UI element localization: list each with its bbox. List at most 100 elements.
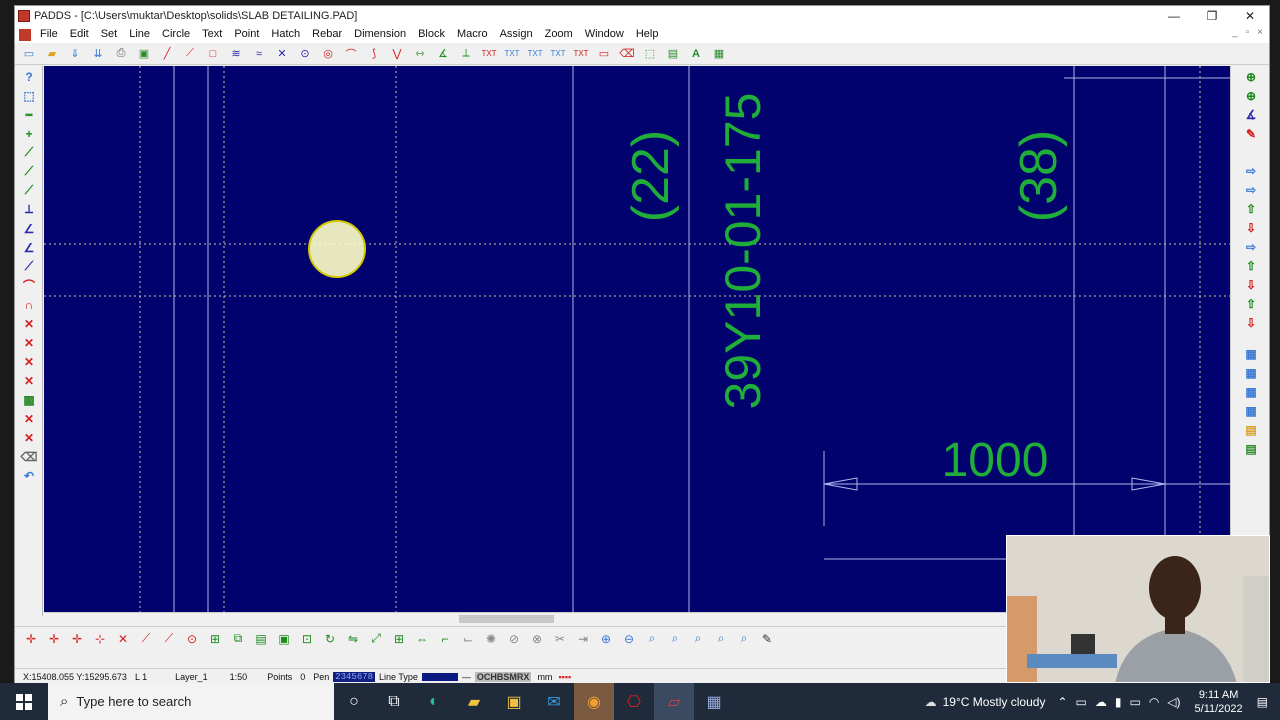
document-icon[interactable] xyxy=(19,28,31,41)
pen-selector[interactable]: 2345678 xyxy=(333,671,376,682)
weather-text[interactable]: 19°C Mostly cloudy xyxy=(943,695,1046,709)
mode-flags[interactable]: OCHBSMRX xyxy=(474,671,532,682)
tray-chevron-icon[interactable]: ⌃ xyxy=(1057,695,1067,709)
linetype-swatch[interactable] xyxy=(421,672,458,681)
zoom-realtime-icon[interactable]: ⌕ xyxy=(734,630,754,648)
recorder-icon[interactable]: ◉ xyxy=(574,683,614,720)
dimension-tool-icon[interactable]: ⇿ xyxy=(410,45,430,63)
break-icon[interactable]: ⊘ xyxy=(504,630,524,648)
menu-zoom[interactable]: Zoom xyxy=(539,26,579,43)
extend-line-icon[interactable]: ⟋ xyxy=(18,144,40,161)
notifications-icon[interactable]: ▤ xyxy=(1257,695,1268,709)
start-button[interactable] xyxy=(0,683,48,720)
grid-tool-icon[interactable]: ▦ xyxy=(709,45,729,63)
line-tool-icon[interactable]: ╱ xyxy=(157,45,177,63)
wifi-icon[interactable]: ◠ xyxy=(1149,695,1159,709)
save-icon[interactable]: ⇓ xyxy=(65,45,85,63)
dimension-angle-icon[interactable]: ∡ xyxy=(433,45,453,63)
menu-rebar[interactable]: Rebar xyxy=(306,26,348,43)
text-copy-icon[interactable]: TXT xyxy=(548,45,568,63)
volume-icon[interactable]: ◁) xyxy=(1167,695,1180,709)
text-delete-icon[interactable]: TXT xyxy=(571,45,591,63)
select-area-icon[interactable]: ⬚ xyxy=(640,45,660,63)
paste-icon[interactable]: ▤ xyxy=(251,630,271,648)
calculator-icon[interactable]: ▦ xyxy=(694,683,734,720)
snap-tangent-icon[interactable]: ⟋ xyxy=(159,630,179,648)
text-move-icon[interactable]: TXT xyxy=(525,45,545,63)
task-view-icon[interactable]: ⧉ xyxy=(374,683,414,720)
menu-point[interactable]: Point xyxy=(228,26,265,43)
delete-text-icon[interactable]: ✕ xyxy=(18,372,40,389)
mdi-minimize-icon[interactable]: _ xyxy=(1232,27,1238,38)
menu-set[interactable]: Set xyxy=(95,26,124,43)
delete-all-icon[interactable]: ✕ xyxy=(18,429,40,446)
arc-icon[interactable]: ⌒ xyxy=(18,277,40,294)
vertical-scrollbar[interactable] xyxy=(1230,66,1245,612)
units-indicator[interactable]: mm xyxy=(537,672,552,682)
rebar-tool-icon[interactable]: ⟆ xyxy=(364,45,384,63)
new-file-icon[interactable]: ▭ xyxy=(19,45,39,63)
zoom-all-icon[interactable]: ⌕ xyxy=(665,630,685,648)
delete-2-icon[interactable]: ✕ xyxy=(18,334,40,351)
cross-tool-icon[interactable]: ✕ xyxy=(272,45,292,63)
text-erase-icon[interactable]: ⌫ xyxy=(617,45,637,63)
target-tool-icon[interactable]: ◎ xyxy=(318,45,338,63)
select-icon[interactable]: ⬚ xyxy=(18,87,40,104)
hatch-tool-icon[interactable]: ≋ xyxy=(226,45,246,63)
taskbar-search[interactable]: ⌕ Type here to search xyxy=(48,683,334,720)
group-icon[interactable]: ▣ xyxy=(274,630,294,648)
delete-3-icon[interactable]: ✕ xyxy=(18,353,40,370)
mail-icon[interactable]: ✉ xyxy=(534,683,574,720)
delete-entity-icon[interactable]: ✕ xyxy=(18,410,40,427)
padds-taskbar-icon[interactable]: ▱ xyxy=(654,683,694,720)
explode-icon[interactable]: ✺ xyxy=(481,630,501,648)
ungroup-icon[interactable]: ⊡ xyxy=(297,630,317,648)
polyline-tool-icon[interactable]: ⟋ xyxy=(180,45,200,63)
clock[interactable]: 9:11 AM 5/11/2022 xyxy=(1195,688,1243,716)
bend-tool-icon[interactable]: ⋁ xyxy=(387,45,407,63)
file-explorer-icon[interactable]: ▰ xyxy=(454,683,494,720)
text-edit-icon[interactable]: TXT xyxy=(502,45,522,63)
menu-edit[interactable]: Edit xyxy=(64,26,95,43)
minimize-button[interactable]: — xyxy=(1155,6,1193,26)
onedrive-icon[interactable]: ☁ xyxy=(1095,695,1107,709)
trim-tool-icon[interactable]: ≈ xyxy=(249,45,269,63)
zoom-window-icon[interactable]: ⌕ xyxy=(642,630,662,648)
acrobat-icon[interactable]: ⎔ xyxy=(614,683,654,720)
menu-hatch[interactable]: Hatch xyxy=(265,26,306,43)
zoom-in-icon[interactable]: ⊕ xyxy=(596,630,616,648)
open-file-icon[interactable]: ▰ xyxy=(42,45,62,63)
mdi-close-icon[interactable]: × xyxy=(1257,27,1263,38)
meet-now-icon[interactable]: ▭ xyxy=(1076,695,1087,709)
move-icon[interactable]: ⊞ xyxy=(205,630,225,648)
delete-icon[interactable]: ✕ xyxy=(18,315,40,332)
menu-file[interactable]: File xyxy=(34,26,64,43)
join-icon[interactable]: ⊗ xyxy=(527,630,547,648)
chamfer-icon[interactable]: ⌙ xyxy=(458,630,478,648)
image-icon[interactable]: ▣ xyxy=(134,45,154,63)
menu-line[interactable]: Line xyxy=(123,26,156,43)
erase-icon[interactable]: ⌫ xyxy=(18,448,40,465)
help-icon[interactable]: ? xyxy=(18,68,40,85)
snap-grid-icon[interactable]: ✛ xyxy=(67,630,87,648)
zoom-previous-icon[interactable]: ⌕ xyxy=(688,630,708,648)
curve-icon[interactable]: ∩ xyxy=(18,296,40,313)
menu-window[interactable]: Window xyxy=(579,26,630,43)
dashed-line-icon[interactable]: ┅ xyxy=(18,106,40,123)
offset-line-icon[interactable]: ⟋ xyxy=(18,182,40,199)
circle-tool-icon[interactable]: ⊙ xyxy=(295,45,315,63)
horizontal-scroll-thumb[interactable] xyxy=(459,615,554,623)
menu-circle[interactable]: Circle xyxy=(156,26,196,43)
text-box-icon[interactable]: ▭ xyxy=(594,45,614,63)
menu-macro[interactable]: Macro xyxy=(451,26,494,43)
perpendicular-icon[interactable]: ⟂ xyxy=(18,201,40,218)
rectangle-tool-icon[interactable]: □ xyxy=(203,45,223,63)
menu-dimension[interactable]: Dimension xyxy=(348,26,412,43)
snap-center-icon[interactable]: ⊙ xyxy=(182,630,202,648)
layer-indicator[interactable]: Layer_1 xyxy=(175,672,208,682)
restore-button[interactable]: ❐ xyxy=(1193,6,1231,26)
scale-icon[interactable]: ⤢ xyxy=(366,630,386,648)
angle-line-icon[interactable]: ∠ xyxy=(18,220,40,237)
angle-line-2-icon[interactable]: ∠ xyxy=(18,239,40,256)
mdi-restore-icon[interactable]: ▫ xyxy=(1246,27,1250,38)
